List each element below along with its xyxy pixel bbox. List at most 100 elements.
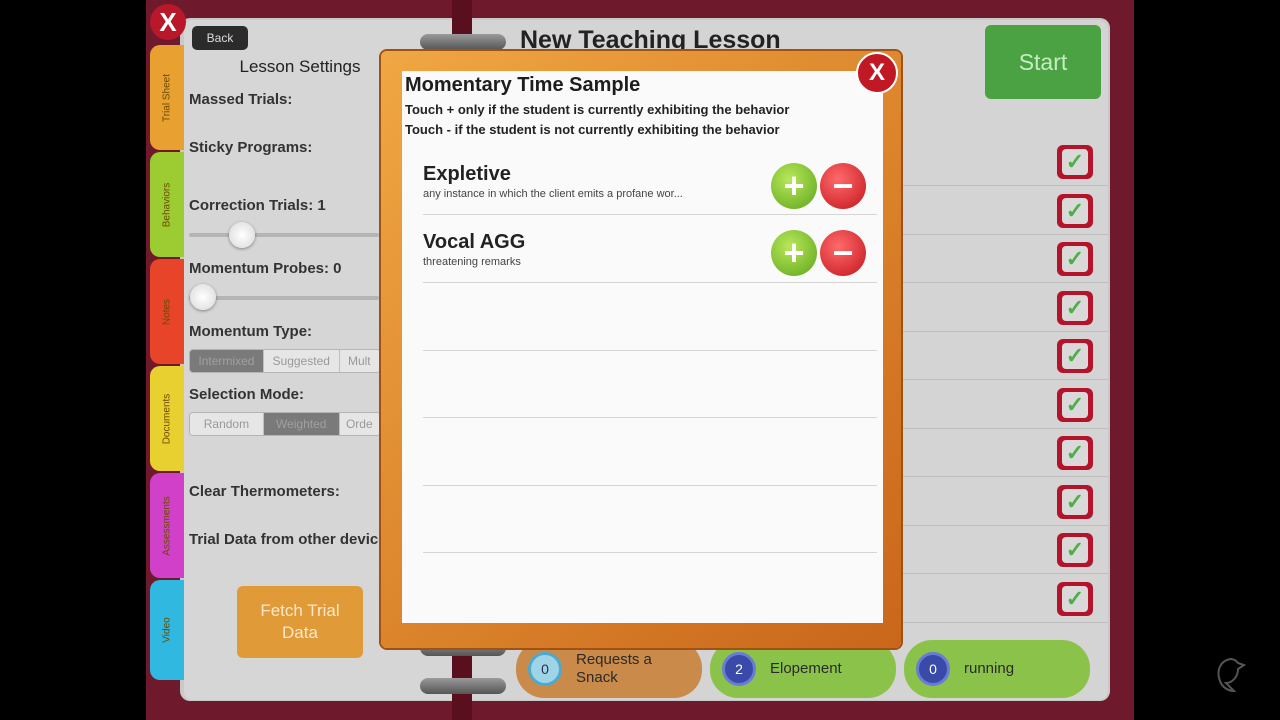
lesson-row-divider <box>900 621 1108 623</box>
row-divider <box>423 350 877 351</box>
counter-label: Requests a Snack <box>576 651 652 686</box>
binder-ring <box>420 34 506 50</box>
behavior-counter-running[interactable]: 0 running <box>904 640 1090 698</box>
modal-instruction-minus: Touch - if the student is not currently … <box>405 122 780 137</box>
tab-label: Documents <box>161 393 173 444</box>
minus-button[interactable]: − <box>820 163 866 209</box>
modal-close-button[interactable]: X <box>856 52 898 94</box>
momentum-type-segmented[interactable]: Intermixed Suggested Mult <box>189 349 381 373</box>
row-divider <box>423 282 877 283</box>
lesson-row-divider <box>900 185 1108 186</box>
segment-multiple[interactable]: Mult <box>339 350 380 372</box>
checkmark-icon: ✓ <box>1062 246 1088 272</box>
modal-instruction-plus: Touch + only if the student is currently… <box>405 102 790 117</box>
row-divider <box>423 485 877 486</box>
close-app-button[interactable]: X <box>150 4 186 40</box>
lesson-row-divider <box>900 427 1108 429</box>
tab-video[interactable]: Video <box>150 580 184 680</box>
momentum-type-label: Momentum Type: <box>189 323 313 340</box>
tab-label: Assessments <box>161 495 173 556</box>
segment-ordered[interactable]: Orde <box>339 413 380 435</box>
lesson-checkbox[interactable]: ✓ <box>1057 533 1093 567</box>
segment-random[interactable]: Random <box>190 413 264 435</box>
row-divider <box>423 552 877 553</box>
lesson-row-divider <box>900 233 1108 235</box>
checkmark-icon: ✓ <box>1062 149 1088 175</box>
tab-documents[interactable]: Documents <box>150 366 184 471</box>
behavior-counter-requests-snack[interactable]: 0 Requests a Snack <box>516 640 702 698</box>
tab-trial-sheet[interactable]: Trial Sheet <box>150 45 184 150</box>
minus-icon: − <box>832 165 854 206</box>
checkmark-icon: ✓ <box>1062 537 1088 563</box>
lesson-row-divider <box>900 524 1108 526</box>
momentum-probes-slider[interactable] <box>189 296 379 300</box>
counter-label: Elopement <box>770 660 842 677</box>
row-divider <box>423 417 877 418</box>
binder-ring <box>420 678 506 694</box>
checkmark-icon: ✓ <box>1062 440 1088 466</box>
checkmark-icon: ✓ <box>1062 391 1088 418</box>
behavior-counter-elopement[interactable]: 2 Elopement <box>710 640 896 698</box>
lesson-row-divider <box>900 573 1108 574</box>
behavior-name: Vocal AGG <box>423 231 526 253</box>
sticky-programs-label: Sticky Programs: <box>189 139 313 156</box>
lesson-checkbox[interactable]: ✓ <box>1057 484 1093 519</box>
tab-notes[interactable]: Notes <box>150 259 184 364</box>
behavior-name: Expletive <box>423 163 511 185</box>
lesson-checkbox[interactable]: ✓ <box>1057 339 1093 373</box>
lesson-row-divider <box>900 476 1108 477</box>
momentum-probes-label: Momentum Probes: 0 <box>189 260 342 277</box>
lesson-checkbox[interactable]: ✓ <box>1057 387 1093 422</box>
modal-body <box>402 71 883 623</box>
correction-trials-knob[interactable] <box>229 222 255 248</box>
tab-label: Behaviors <box>161 182 173 227</box>
bird-logo-icon <box>1212 655 1248 695</box>
behavior-description: any instance in which the client emits a… <box>423 188 683 200</box>
lesson-row-divider <box>900 282 1108 283</box>
behavior-description: threatening remarks <box>423 256 521 268</box>
lesson-checkbox[interactable]: ✓ <box>1057 193 1093 228</box>
start-button[interactable]: Start <box>985 25 1101 99</box>
momentum-probes-knob[interactable] <box>190 284 216 310</box>
minus-button[interactable]: − <box>820 230 866 276</box>
modal-title: Momentary Time Sample <box>405 74 641 96</box>
correction-trials-slider[interactable] <box>189 233 379 237</box>
counter-badge: 2 <box>722 652 756 686</box>
checkmark-icon: ✓ <box>1062 343 1088 369</box>
selection-mode-segmented[interactable]: Random Weighted Orde <box>189 412 381 436</box>
tab-label: Notes <box>161 298 173 325</box>
segment-weighted[interactable]: Weighted <box>263 413 340 435</box>
correction-trials-label: Correction Trials: 1 <box>189 197 326 214</box>
lesson-checkbox[interactable]: ✓ <box>1057 242 1093 276</box>
row-divider <box>423 214 877 215</box>
tab-assessments[interactable]: Assessments <box>150 473 184 578</box>
lesson-checkbox[interactable]: ✓ <box>1057 145 1093 179</box>
segment-suggested[interactable]: Suggested <box>263 350 340 372</box>
counter-badge: 0 <box>528 652 562 686</box>
back-button[interactable]: Back <box>192 26 248 50</box>
segment-intermixed[interactable]: Intermixed <box>190 350 264 372</box>
checkmark-icon: ✓ <box>1062 294 1088 321</box>
selection-mode-label: Selection Mode: <box>189 386 305 403</box>
plus-button[interactable]: + <box>771 230 817 276</box>
tab-label: Trial Sheet <box>161 73 173 122</box>
plus-icon: + <box>783 165 805 206</box>
tab-behaviors[interactable]: Behaviors <box>150 152 184 257</box>
checkmark-icon: ✓ <box>1062 488 1088 515</box>
fetch-label: Fetch Trial Data <box>260 601 340 642</box>
lesson-checkbox[interactable]: ✓ <box>1057 581 1093 616</box>
fetch-trial-data-button[interactable]: Fetch Trial Data <box>237 586 363 658</box>
lesson-checkbox[interactable]: ✓ <box>1057 290 1093 325</box>
trial-data-label: Trial Data from other device <box>189 531 381 548</box>
clear-thermometers-label: Clear Thermometers: <box>189 483 340 500</box>
lesson-row-divider <box>900 379 1108 380</box>
counter-label: running <box>964 660 1015 677</box>
plus-icon: + <box>783 232 805 273</box>
tab-label: Video <box>161 617 173 643</box>
lesson-checkbox[interactable]: ✓ <box>1057 436 1093 470</box>
plus-button[interactable]: + <box>771 163 817 209</box>
checkmark-icon: ✓ <box>1062 585 1088 612</box>
massed-trials-label: Massed Trials: <box>189 91 293 108</box>
settings-title: Lesson Settings <box>239 57 361 76</box>
lesson-row-divider <box>900 330 1108 332</box>
